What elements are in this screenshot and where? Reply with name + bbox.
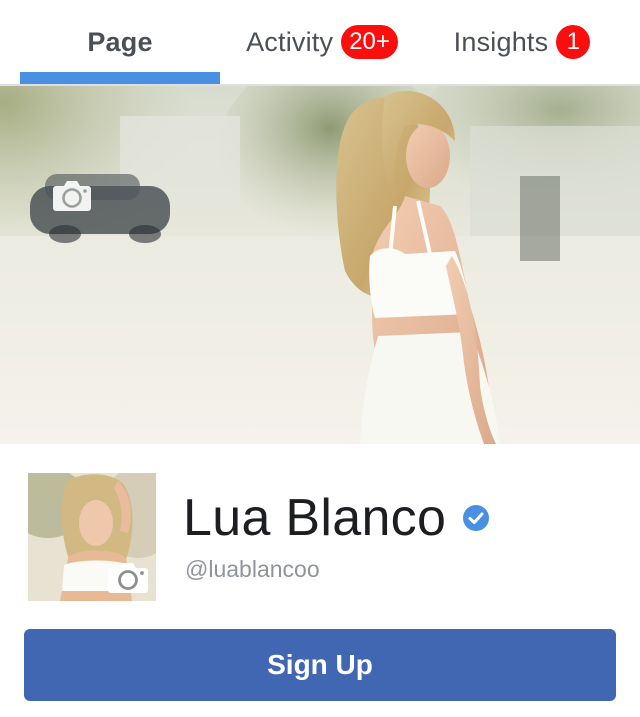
cover-photo-image <box>0 86 640 444</box>
profile-name-row: Lua Blanco <box>183 486 490 550</box>
tab-page-label: Page <box>87 26 153 57</box>
camera-icon[interactable] <box>107 560 149 594</box>
tab-activity[interactable]: Activity 20+ <box>222 0 422 84</box>
camera-icon[interactable] <box>52 178 92 212</box>
active-tab-indicator <box>20 72 220 84</box>
insights-count-badge: 1 <box>556 25 591 59</box>
page-name: Lua Blanco <box>183 489 447 547</box>
sign-up-button[interactable]: Sign Up <box>24 629 616 701</box>
page-tab-bar: Page Activity 20+ Insights 1 <box>0 0 640 86</box>
tab-insights[interactable]: Insights 1 <box>424 0 620 84</box>
tab-activity-label: Activity <box>246 26 334 57</box>
tab-insights-label: Insights <box>453 26 549 57</box>
activity-count-badge: 20+ <box>341 25 398 59</box>
cover-photo[interactable] <box>0 86 640 444</box>
verified-check-icon <box>463 505 490 531</box>
page-username: @luablancoo <box>185 556 320 582</box>
